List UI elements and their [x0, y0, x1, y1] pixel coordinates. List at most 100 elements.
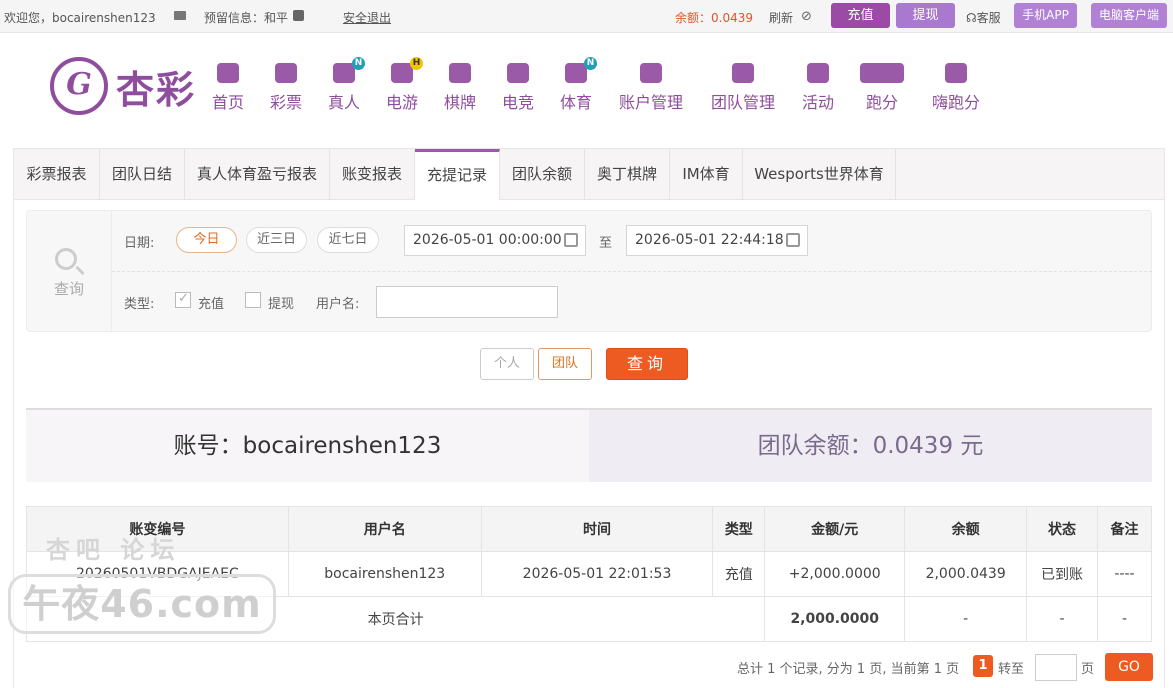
footer-amount: 2,000.0000: [764, 596, 906, 642]
pager-page-label: 页: [1081, 662, 1095, 677]
live-icon: N: [333, 57, 365, 83]
withdraw-checkbox-label: 提现: [268, 297, 295, 312]
withdraw-button[interactable]: 提现: [896, 3, 955, 28]
col-amount: 金额/元: [764, 506, 906, 552]
refresh-link[interactable]: 刷新: [769, 9, 793, 26]
pager-go-button[interactable]: GO: [1105, 653, 1153, 681]
cell-type: 充值: [712, 551, 766, 597]
nav-chess[interactable]: 棋牌: [441, 63, 479, 113]
nav-live[interactable]: N 真人: [325, 57, 365, 113]
footer-balance: -: [904, 596, 1028, 642]
tab-im-sports[interactable]: IM体育: [670, 149, 743, 200]
tab-deposit-withdraw-records[interactable]: 充提记录: [415, 149, 500, 200]
calendar-icon: [564, 233, 578, 247]
watermark: 午夜46.com: [8, 574, 276, 634]
username-label: 用户名:: [316, 297, 360, 312]
cell-balance: 2,000.0439: [904, 551, 1028, 597]
nav-activity[interactable]: 活动: [799, 63, 837, 113]
type-label: 类型:: [124, 297, 155, 312]
team-balance: 团队余额：0.0439 元: [589, 410, 1152, 482]
cell-status: 已到账: [1026, 551, 1098, 597]
new-badge: N: [584, 57, 597, 70]
date-label: 日期:: [124, 236, 155, 251]
cell-time: 2026-05-01 22:01:53: [480, 551, 714, 597]
deposit-button[interactable]: 充值: [831, 3, 890, 28]
nav-paofen[interactable]: 跑分: [858, 63, 906, 113]
username-input[interactable]: [376, 286, 558, 318]
deposit-checkbox-label: 充值: [198, 297, 225, 312]
pc-client-button[interactable]: 电脑客户端: [1091, 3, 1167, 28]
search-button[interactable]: 查询: [606, 348, 688, 380]
lottery-icon: [275, 63, 297, 83]
tab-team-daily[interactable]: 团队日结: [100, 149, 185, 200]
trophy-icon: N: [565, 57, 597, 83]
col-type: 类型: [712, 506, 766, 552]
pager-goto-label: 转至: [998, 662, 1025, 677]
end-date-input[interactable]: 2026-05-01 22:44:18: [626, 225, 808, 256]
query-side: 查询: [26, 210, 112, 332]
header: 杏彩 首页 彩票 N 真人 H 电游 棋牌 电竞 N 体育 账户管理 团队管理 …: [0, 33, 1173, 148]
start-date-input[interactable]: 2026-05-01 00:00:00: [404, 225, 586, 256]
calendar-icon: [786, 233, 800, 247]
service-link[interactable]: ☊客服: [966, 9, 1001, 26]
logo-emblem-icon[interactable]: [50, 57, 108, 115]
reserved-info: 预留信息：和平: [204, 11, 289, 25]
tab-odin-chess[interactable]: 奥丁棋牌: [585, 149, 670, 200]
logo-text[interactable]: 杏彩: [116, 59, 196, 114]
edit-icon[interactable]: [293, 10, 304, 21]
gamepad-icon: H: [391, 57, 423, 83]
nav-sports[interactable]: N 体育: [557, 57, 597, 113]
col-time: 时间: [480, 506, 714, 552]
query-label: 查询: [53, 280, 84, 298]
cell-amount: +2,000.0000: [764, 551, 906, 597]
watermark-top: 杏吧 论坛: [46, 536, 181, 564]
new-badge: N: [352, 57, 365, 70]
personal-button[interactable]: 个人: [480, 348, 534, 380]
pager-summary: 总计 1 个记录, 分为 1 页, 当前第 1 页: [737, 662, 960, 677]
deposit-checkbox[interactable]: [175, 291, 191, 308]
nav-esports[interactable]: 电竞: [499, 63, 537, 113]
pager-goto-input[interactable]: [1035, 654, 1077, 681]
footer-status: -: [1026, 596, 1098, 642]
report-tabs: 彩票报表 团队日结 真人体育盈亏报表 账变报表 充提记录 团队余额 奥丁棋牌 I…: [13, 148, 1165, 200]
yen-icon: [640, 63, 662, 83]
today-button[interactable]: 今日: [176, 227, 237, 253]
account-name: 账号：bocairenshen123: [26, 410, 589, 482]
three-days-button[interactable]: 近三日: [246, 227, 307, 253]
team-button[interactable]: 团队: [538, 348, 592, 380]
nav-team[interactable]: 团队管理: [708, 63, 778, 113]
col-remark: 备注: [1097, 506, 1152, 552]
balance-text: 余额：0.0439: [675, 11, 753, 25]
account-summary: 账号：bocairenshen123 团队余额：0.0439 元: [26, 408, 1152, 482]
col-username: 用户名: [287, 506, 482, 552]
seven-days-button[interactable]: 近七日: [317, 227, 379, 253]
tab-wesports[interactable]: Wesports世界体育: [743, 149, 896, 200]
tab-live-sports-pnl[interactable]: 真人体育盈亏报表: [185, 149, 330, 200]
nav-account[interactable]: 账户管理: [616, 63, 686, 113]
logout-link[interactable]: 安全退出: [343, 9, 391, 26]
withdraw-checkbox[interactable]: [245, 292, 261, 308]
gift-icon: [807, 63, 829, 83]
tab-team-balance[interactable]: 团队余额: [500, 149, 585, 200]
query-divider: [112, 271, 1152, 272]
col-balance: 余额: [904, 506, 1028, 552]
nav-slots[interactable]: H 电游: [383, 57, 423, 113]
home-icon: [217, 63, 239, 83]
nav-home[interactable]: 首页: [209, 63, 247, 113]
tab-lottery-report[interactable]: 彩票报表: [14, 149, 100, 200]
nav-lottery[interactable]: 彩票: [267, 63, 305, 113]
eye-off-icon[interactable]: ⊘: [801, 9, 812, 24]
hi-icon: [945, 63, 967, 83]
mobile-app-button[interactable]: 手机APP: [1014, 3, 1077, 28]
cell-username: bocairenshen123: [287, 551, 482, 597]
tab-account-change[interactable]: 账变报表: [330, 149, 415, 200]
pager-current-page[interactable]: 1: [973, 655, 993, 677]
nav-hi-paofen[interactable]: 嗨跑分: [929, 63, 983, 113]
hot-badge: H: [410, 57, 423, 70]
welcome-text: 欢迎您，bocairenshen123: [4, 11, 156, 25]
top-bar: 欢迎您，bocairenshen123 预留信息：和平 安全退出 余额：0.04…: [0, 0, 1173, 33]
col-status: 状态: [1026, 506, 1098, 552]
date-to-label: 至: [599, 236, 613, 251]
footer-remark: -: [1097, 596, 1152, 642]
mail-icon[interactable]: [174, 11, 186, 20]
